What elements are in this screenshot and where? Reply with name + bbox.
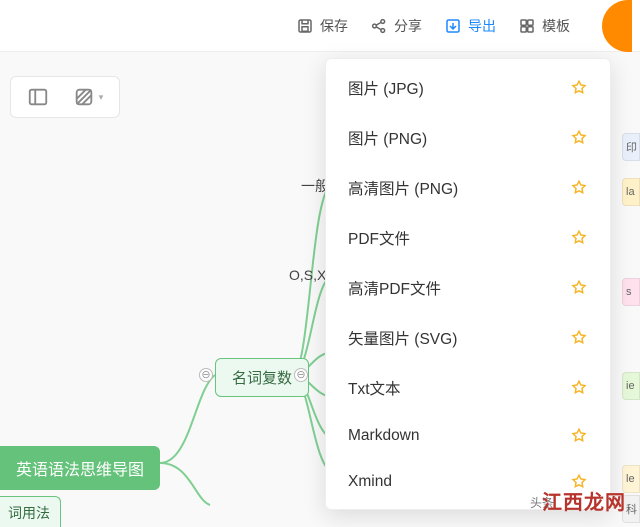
collapse-toggle-icon[interactable]: ⊖ (199, 368, 213, 382)
edge-tab[interactable]: la (622, 178, 640, 206)
share-icon (370, 17, 388, 35)
option-label: 高清图片 (PNG) (348, 177, 458, 199)
share-button[interactable]: 分享 (370, 16, 422, 36)
option-label: 图片 (JPG) (348, 77, 424, 99)
premium-icon (570, 229, 588, 247)
export-option-pdf[interactable]: PDF文件 (326, 213, 610, 263)
premium-icon (570, 129, 588, 147)
mindmap-node-partial[interactable]: 词用法 (0, 496, 61, 527)
export-option-hd-png[interactable]: 高清图片 (PNG) (326, 163, 610, 213)
premium-icon (570, 329, 588, 347)
mindmap-root-node[interactable]: 英语语法思维导图 (0, 446, 160, 490)
export-option-jpg[interactable]: 图片 (JPG) (326, 63, 610, 113)
watermark: 江西龙网 (542, 486, 626, 515)
export-option-png[interactable]: 图片 (PNG) (326, 113, 610, 163)
export-menu: 图片 (JPG) 图片 (PNG) 高清图片 (PNG) PDF文件 高清PDF… (325, 58, 611, 510)
export-option-svg[interactable]: 矢量图片 (SVG) (326, 313, 610, 363)
option-label: Markdown (348, 427, 420, 445)
edge-tab[interactable]: ie (622, 372, 640, 400)
option-label: Txt文本 (348, 377, 401, 399)
option-label: Xmind (348, 473, 392, 491)
premium-icon (570, 427, 588, 445)
export-label: 导出 (468, 16, 496, 36)
premium-icon (570, 379, 588, 397)
option-label: 矢量图片 (SVG) (348, 327, 457, 349)
node-label: 词用法 (8, 505, 50, 521)
save-button[interactable]: 保存 (296, 16, 348, 36)
edge-tab[interactable]: 印 (622, 133, 640, 161)
export-option-hd-pdf[interactable]: 高清PDF文件 (326, 263, 610, 313)
top-toolbar: 保存 分享 导出 模板 (0, 0, 640, 52)
premium-icon (570, 279, 588, 297)
option-label: 高清PDF文件 (348, 277, 441, 299)
premium-icon (570, 79, 588, 97)
root-label: 英语语法思维导图 (16, 462, 144, 479)
export-button[interactable]: 导出 (444, 16, 496, 36)
share-label: 分享 (394, 16, 422, 36)
export-option-txt[interactable]: Txt文本 (326, 363, 610, 413)
save-icon (296, 17, 314, 35)
export-icon (444, 17, 462, 35)
collapse-toggle-icon[interactable]: ⊖ (294, 368, 308, 382)
option-label: 图片 (PNG) (348, 127, 427, 149)
template-icon (518, 17, 536, 35)
template-button[interactable]: 模板 (518, 16, 570, 36)
option-label: PDF文件 (348, 227, 410, 249)
template-label: 模板 (542, 16, 570, 36)
avatar[interactable] (602, 0, 632, 52)
export-option-markdown[interactable]: Markdown (326, 413, 610, 459)
node-label: 名词复数 (232, 370, 292, 387)
edge-tab[interactable]: s (622, 278, 640, 306)
mindmap-child-label[interactable]: O,S,X (289, 267, 326, 283)
save-label: 保存 (320, 16, 348, 36)
premium-icon (570, 179, 588, 197)
